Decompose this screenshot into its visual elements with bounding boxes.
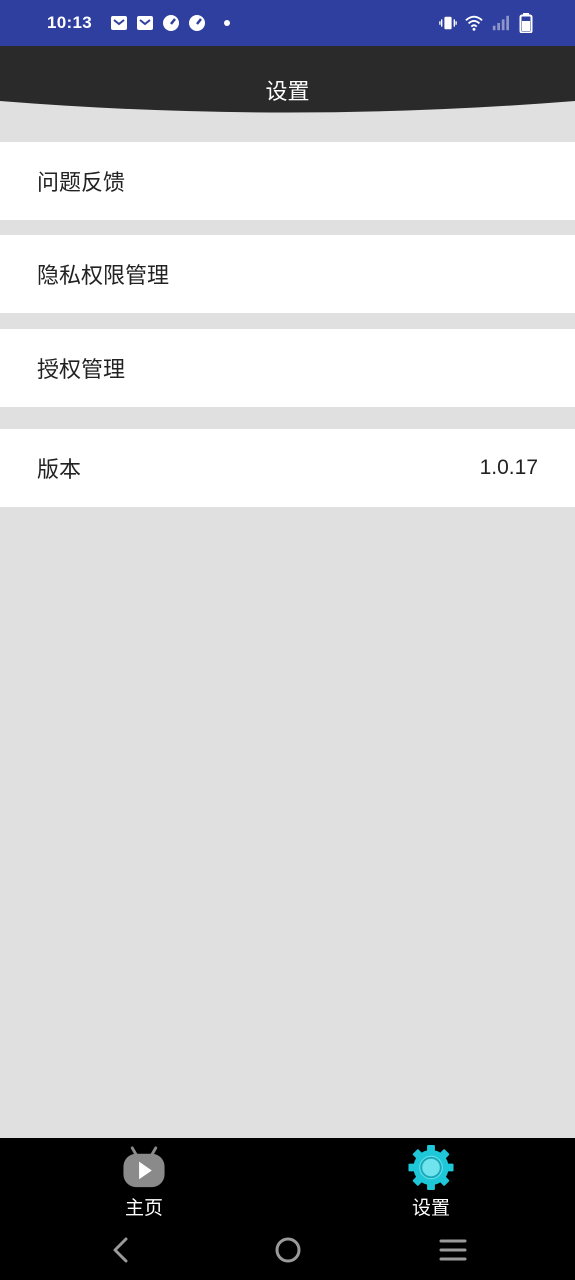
- page-title: 设置: [265, 80, 310, 105]
- nav-item-settings[interactable]: 设置: [361, 1138, 501, 1220]
- settings-item-label: 授权管理: [37, 358, 126, 383]
- dot-icon: [223, 20, 230, 26]
- menu-icon[interactable]: [437, 1234, 469, 1266]
- home-play-icon: [123, 1146, 165, 1188]
- settings-item-label: 隐私权限管理: [37, 264, 170, 289]
- settings-item-authorization[interactable]: 授权管理: [0, 329, 575, 407]
- home-circle-icon[interactable]: [272, 1234, 304, 1266]
- settings-gear-icon: [408, 1144, 454, 1191]
- settings-item-version: 版本 1.0.17: [0, 429, 575, 507]
- status-bar-left: 10:13: [47, 13, 230, 33]
- status-time: 10:13: [47, 13, 92, 32]
- settings-item-privacy-permissions[interactable]: 隐私权限管理: [0, 235, 575, 313]
- nav-label-home: 主页: [124, 1197, 163, 1219]
- bottom-nav: 主页 设置: [0, 1138, 575, 1220]
- battery-icon: [517, 13, 535, 33]
- mail-icon: [110, 14, 128, 32]
- settings-item-label: 问题反馈: [37, 171, 126, 196]
- settings-item-feedback[interactable]: 问题反馈: [0, 142, 575, 220]
- speed-icon: [188, 14, 206, 32]
- status-bar: 10:13: [0, 0, 575, 46]
- mail-icon: [136, 14, 154, 32]
- speed-icon: [162, 14, 180, 32]
- app-header: 设置: [0, 46, 575, 116]
- status-bar-right: [439, 13, 535, 33]
- wifi-icon: [465, 14, 483, 32]
- system-nav-bar: [0, 1220, 575, 1280]
- signal-icon: [491, 14, 509, 32]
- settings-item-label: 版本: [37, 458, 82, 483]
- nav-label-settings: 设置: [411, 1197, 450, 1219]
- vibrate-icon: [439, 14, 457, 32]
- nav-item-home[interactable]: 主页: [74, 1138, 214, 1220]
- version-value: 1.0.17: [479, 456, 538, 479]
- back-icon[interactable]: [106, 1234, 138, 1266]
